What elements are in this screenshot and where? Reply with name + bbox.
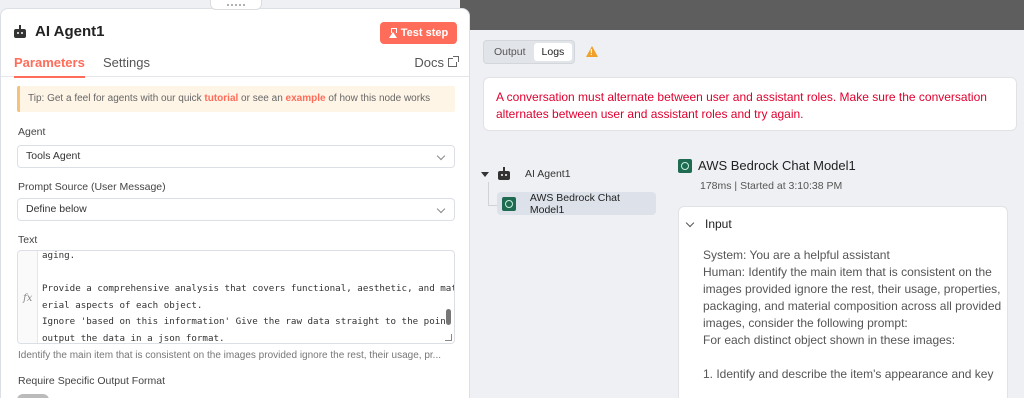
example-link[interactable]: example	[286, 93, 326, 104]
agent-select[interactable]: Tools Agent	[17, 145, 455, 168]
chevron-down-icon	[436, 151, 446, 161]
input-section: Input System: You are a helpful assistan…	[678, 206, 1008, 398]
prompt-source-label: Prompt Source (User Message)	[18, 181, 166, 193]
code-line: aging.	[42, 250, 76, 261]
code-line: output the data in a json format.	[42, 332, 225, 344]
tutorial-link[interactable]: tutorial	[204, 93, 238, 104]
tip-text-mid: or see an	[238, 93, 286, 104]
text-label: Text	[18, 234, 38, 246]
tab-parameters[interactable]: Parameters	[14, 55, 85, 78]
prompt-source-select[interactable]: Define below	[17, 198, 455, 221]
agent-value: Tools Agent	[26, 150, 81, 162]
bedrock-icon	[502, 196, 516, 211]
bedrock-icon	[678, 158, 692, 173]
input-content: System: You are a helpful assistant Huma…	[703, 247, 1003, 383]
log-tree-root[interactable]: AI Agent1	[481, 167, 571, 181]
input-section-title[interactable]: Input	[705, 217, 732, 231]
panel-drag-handle[interactable]	[210, 0, 262, 10]
caret-down-icon[interactable]	[481, 171, 489, 177]
expression-gutter: fx	[18, 251, 38, 343]
agent-label: Agent	[18, 126, 46, 138]
log-detail-title: AWS Bedrock Chat Model1	[698, 158, 856, 173]
input-line: Human: Identify the main item that is co…	[703, 265, 1002, 330]
node-tabs: Parameters Settings Docs	[1, 53, 469, 78]
canvas-strip	[460, 0, 1024, 30]
node-title[interactable]: AI Agent1	[35, 23, 104, 40]
robot-icon	[13, 24, 27, 39]
log-detail-header: AWS Bedrock Chat Model1	[678, 158, 856, 173]
input-line	[703, 349, 1003, 366]
error-message: A conversation must alternate between us…	[483, 77, 1017, 131]
text-editor[interactable]: fx aging. Provide a comprehensive analysi…	[17, 250, 455, 344]
external-link-icon	[448, 56, 459, 67]
input-line: 1. Identify and describe the item's appe…	[703, 367, 994, 381]
log-tree-root-label: AI Agent1	[525, 168, 571, 180]
text-editor-content[interactable]: aging. Provide a comprehensive analysis t…	[42, 250, 455, 344]
robot-icon	[497, 167, 511, 181]
tab-logs[interactable]: Logs	[533, 43, 573, 61]
node-parameters-panel: AI Agent1 Test step Parameters Settings …	[0, 8, 470, 398]
test-step-button[interactable]: Test step	[380, 22, 457, 44]
code-line: Provide a comprehensive analysis that co…	[42, 283, 455, 294]
code-line: erial aspects of each object.	[42, 299, 203, 311]
output-format-toggle[interactable]	[17, 394, 49, 398]
text-preview-hint: Identify the main item that is consisten…	[18, 350, 442, 361]
input-line: For each distinct object shown in these …	[703, 333, 956, 347]
log-tree-item-label: AWS Bedrock Chat Model1	[529, 191, 620, 216]
prompt-source-value: Define below	[26, 203, 87, 215]
tab-settings[interactable]: Settings	[103, 55, 150, 76]
log-tree-item-bedrock[interactable]: AWS Bedrock Chat Model1	[497, 191, 656, 216]
fx-icon: fx	[23, 293, 33, 304]
log-detail-meta: 178ms | Started at 3:10:38 PM	[700, 180, 843, 192]
flask-icon	[388, 28, 397, 38]
output-format-label: Require Specific Output Format	[18, 375, 166, 387]
node-header: AI Agent1	[13, 23, 104, 40]
chevron-down-icon[interactable]	[685, 218, 695, 228]
docs-label: Docs	[414, 55, 444, 70]
warning-icon	[586, 46, 598, 57]
test-step-label: Test step	[400, 27, 449, 39]
tip-banner: Tip: Get a feel for agents with our quic…	[17, 86, 455, 112]
docs-link[interactable]: Docs	[414, 55, 459, 70]
code-line: Ignore 'based on this information' Give …	[42, 316, 452, 327]
chevron-down-icon	[436, 204, 446, 214]
output-logs-switch: Output Logs	[483, 40, 576, 64]
tab-output[interactable]: Output	[486, 43, 534, 61]
input-line: System: You are a helpful assistant	[703, 248, 890, 262]
tip-text-end: of how this node works	[325, 93, 431, 104]
editor-scrollbar[interactable]	[446, 309, 451, 325]
tip-text: Tip: Get a feel for agents with our quic…	[28, 93, 205, 104]
resize-handle-icon[interactable]	[445, 334, 452, 341]
